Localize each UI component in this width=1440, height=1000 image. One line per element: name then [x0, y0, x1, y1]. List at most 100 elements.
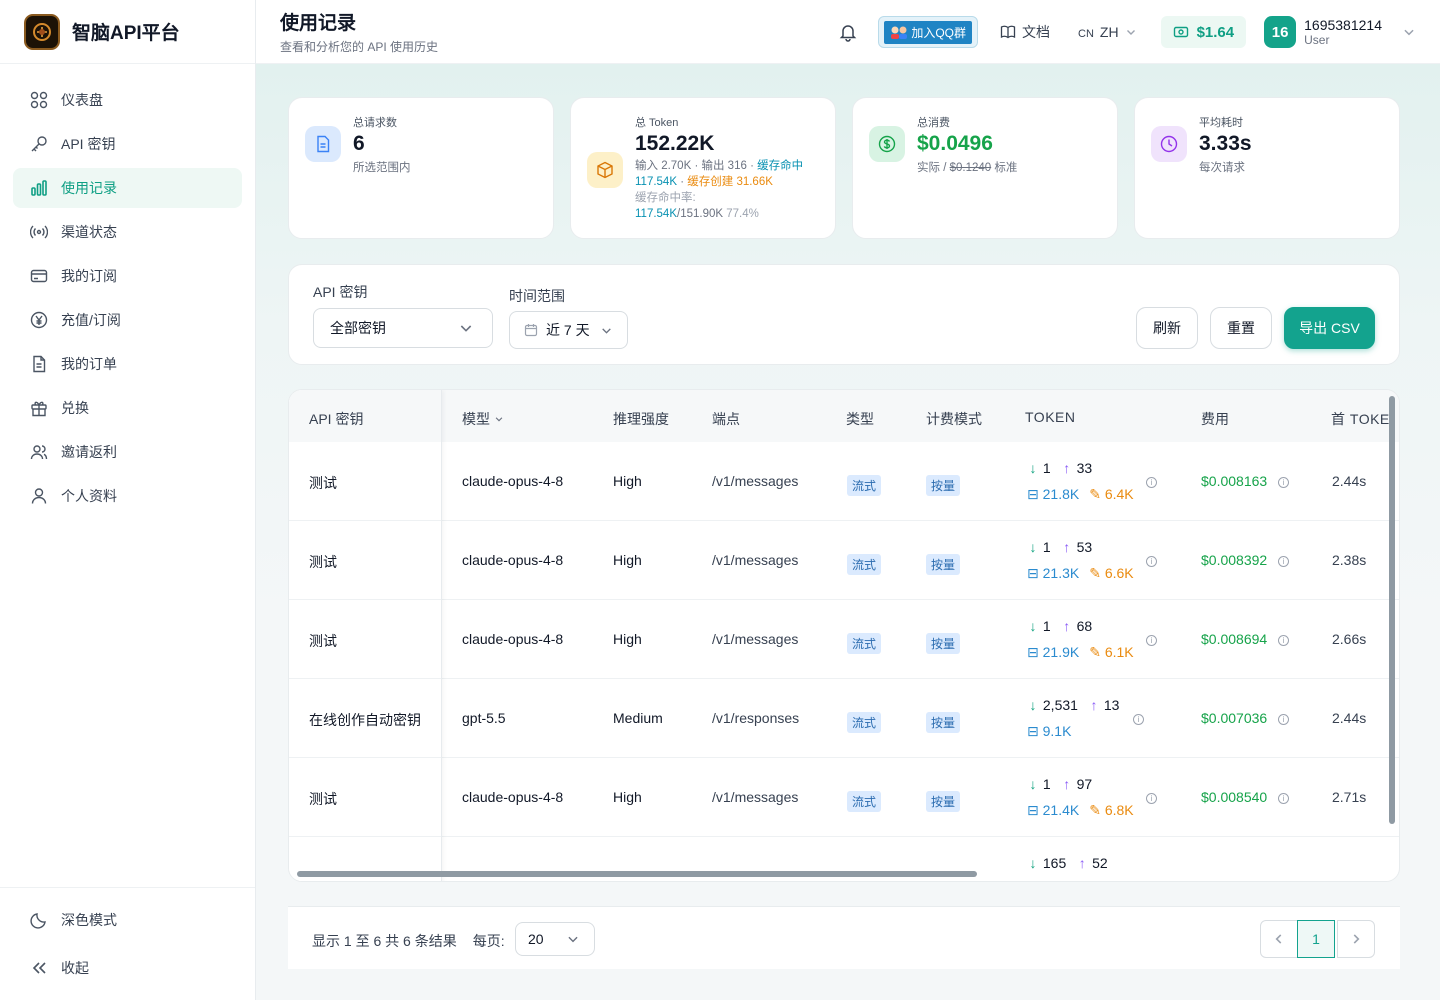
- col-model[interactable]: 模型: [462, 409, 504, 429]
- sidebar-bottom: 深色模式 收起: [0, 887, 255, 996]
- grid-icon: [30, 91, 48, 109]
- cost-actual-label: 实际 /: [917, 162, 947, 174]
- token-in: 1: [1042, 618, 1051, 634]
- token-cache: ⊟ 9.1K: [1027, 723, 1071, 740]
- file-icon: [305, 126, 341, 162]
- sidebar-item-label: 个人资料: [61, 488, 117, 504]
- users-icon: [30, 445, 48, 460]
- chevron-down-icon: [568, 936, 578, 943]
- token-info-icon[interactable]: i: [1133, 714, 1144, 725]
- token-cache: ⊟ 21.8K ✎ 6.4K: [1027, 486, 1134, 503]
- sidebar-item-api-keys[interactable]: API 密钥: [13, 124, 242, 164]
- bell-icon[interactable]: [838, 22, 858, 42]
- cell-cost: $0.008392: [1201, 552, 1268, 568]
- summary-text: 显示 1 至 6 共 6 条结果: [312, 933, 457, 949]
- page-1-button[interactable]: 1: [1297, 920, 1335, 958]
- sort-icon: [495, 417, 503, 422]
- stat-value: 6: [353, 132, 365, 155]
- type-tag: 流式: [847, 633, 882, 654]
- sidebar-item-redeem[interactable]: 兑换: [13, 388, 242, 428]
- cell-effort: High: [613, 631, 642, 647]
- sidebar-item-label: API 密钥: [61, 136, 116, 152]
- clock-icon: [1151, 126, 1187, 162]
- cell-endpoint: /v1/messages: [712, 789, 799, 805]
- cell-ttft: 2.66s: [1332, 631, 1367, 647]
- sidebar-item-usage[interactable]: 使用记录: [13, 168, 242, 208]
- reset-button[interactable]: 重置: [1210, 307, 1272, 349]
- sidebar-item-orders[interactable]: 我的订单: [13, 344, 242, 384]
- cost-info-icon[interactable]: i: [1278, 714, 1289, 725]
- dark-mode-toggle[interactable]: 深色模式: [13, 900, 242, 940]
- col-token: TOKEN: [1025, 409, 1076, 425]
- arrow-down-icon: ↓: [1029, 539, 1037, 555]
- key-cell: 测试: [289, 442, 441, 521]
- page-subtitle: 查看和分析您的 API 使用历史: [280, 40, 439, 54]
- yen-icon: [30, 311, 48, 329]
- token-info-icon[interactable]: i: [1146, 477, 1157, 488]
- token-info-icon[interactable]: i: [1146, 635, 1157, 646]
- pagination: 显示 1 至 6 共 6 条结果 每页: 20 1: [288, 906, 1400, 969]
- sticky-key-column: API 密钥 测试 测试 测试 在线创作自动密钥 测试: [289, 390, 442, 881]
- chevron-down-icon: [602, 327, 611, 334]
- per-page-select[interactable]: 20: [515, 922, 595, 956]
- token-breakdown: 输入 2.70K · 输出 316 · 缓存命中 117.54K · 缓存创建 …: [635, 160, 804, 220]
- sidebar-item-label: 我的订单: [61, 356, 117, 372]
- cell-endpoint: /v1/messages: [712, 552, 799, 568]
- token-out: 33: [1076, 460, 1093, 476]
- cache-read: 21.9K: [1042, 644, 1080, 660]
- time-range-select[interactable]: 近 7 天: [509, 311, 628, 349]
- docs-link[interactable]: 文档: [1000, 22, 1050, 42]
- cost-info-icon[interactable]: i: [1278, 477, 1289, 488]
- chevrons-left-icon: [32, 962, 46, 974]
- billing-tag: 按量: [926, 791, 961, 812]
- per-page-value: 20: [528, 931, 544, 947]
- cache-read: 21.4K: [1042, 802, 1080, 818]
- token-in: 1: [1042, 776, 1051, 792]
- language-selector[interactable]: CN ZH: [1078, 24, 1137, 40]
- next-page-button[interactable]: [1337, 920, 1375, 958]
- sidebar-item-label: 兑换: [61, 400, 89, 416]
- qq-people-icon: [891, 26, 908, 39]
- sidebar-item-dashboard[interactable]: 仪表盘: [13, 80, 242, 120]
- cost-info-icon[interactable]: i: [1278, 793, 1289, 804]
- join-qq-button[interactable]: 加入QQ群: [878, 16, 979, 48]
- cache-read-icon: ⊟: [1027, 723, 1039, 739]
- token-info-icon[interactable]: i: [1146, 793, 1157, 804]
- collapse-sidebar-button[interactable]: 收起: [13, 948, 242, 988]
- token-info-icon[interactable]: i: [1146, 556, 1157, 567]
- sidebar-item-subscriptions[interactable]: 我的订阅: [13, 256, 242, 296]
- cache-write: 6.1K: [1104, 644, 1134, 660]
- user-menu[interactable]: 16 1695381214 User: [1264, 16, 1416, 48]
- api-key-select[interactable]: 全部密钥: [313, 308, 493, 348]
- user-icon: [31, 488, 47, 504]
- balance-badge[interactable]: $1.64: [1160, 16, 1247, 48]
- sidebar-item-referral[interactable]: 邀请返利: [13, 432, 242, 472]
- cell-endpoint: /v1/responses: [712, 710, 800, 726]
- cache-read-icon: ⊟: [1027, 644, 1039, 660]
- cell-ttft: 2.44s: [1332, 473, 1367, 489]
- export-csv-button[interactable]: 导出 CSV: [1284, 307, 1375, 349]
- cell-ttft: 2.44s: [1332, 710, 1367, 726]
- hit-rate-label: 缓存命中率:: [635, 192, 696, 204]
- refresh-button[interactable]: 刷新: [1136, 307, 1198, 349]
- sidebar-item-recharge[interactable]: 充值/订阅: [13, 300, 242, 340]
- cell-cost: $0.008540: [1201, 789, 1268, 805]
- cache-create-value: 31.66K: [736, 176, 773, 188]
- sidebar-item-channel-status[interactable]: 渠道状态: [13, 212, 242, 252]
- prev-page-button[interactable]: [1260, 920, 1298, 958]
- horizontal-scrollbar[interactable]: [297, 871, 977, 877]
- table-row: claude-opus-4-8 High/v1/messages 流式 按量 ↓ 1 ↑ …: [289, 758, 1399, 837]
- key-icon: [31, 136, 47, 152]
- language-code: ZH: [1099, 24, 1119, 40]
- cell-model: gpt-5.5: [462, 710, 506, 726]
- vertical-scrollbar[interactable]: [1389, 396, 1395, 824]
- cell-effort: High: [613, 473, 642, 489]
- token-out: 68: [1076, 618, 1093, 634]
- sidebar-item-profile[interactable]: 个人资料: [13, 476, 242, 516]
- cost-info-icon[interactable]: i: [1278, 556, 1289, 567]
- cache-write: 6.4K: [1104, 486, 1134, 502]
- cost-info-icon[interactable]: i: [1278, 635, 1289, 646]
- table-row: claude-opus-4-8 High/v1/messages 流式 按量 ↓ 1 ↑ …: [289, 600, 1399, 679]
- cell-cost: $0.008694: [1201, 631, 1268, 647]
- sidebar-item-label: 渠道状态: [61, 224, 117, 240]
